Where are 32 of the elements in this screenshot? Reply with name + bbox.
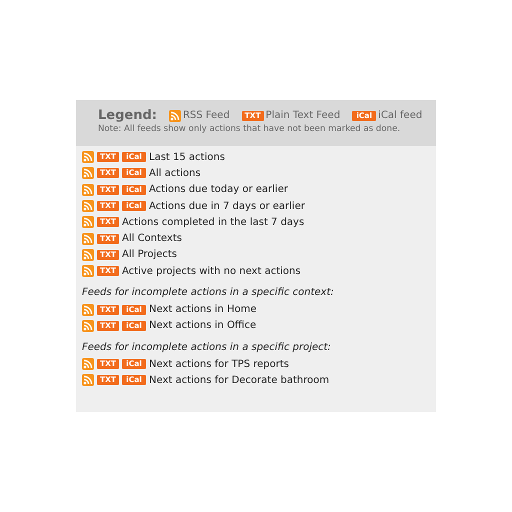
- rss-icon[interactable]: [82, 151, 94, 164]
- legend-label: Plain Text Feed: [266, 110, 340, 121]
- legend-note: Note: All feeds show only actions that have not been marked as done.: [98, 124, 402, 134]
- feed-label: Last 15 actions: [149, 152, 225, 163]
- rss-icon[interactable]: [82, 216, 94, 228]
- feed-label: Actions completed in the last 7 days: [122, 216, 304, 228]
- rss-icon[interactable]: [82, 304, 94, 316]
- rss-icon[interactable]: [82, 200, 94, 212]
- feed-label: Next actions for TPS reports: [149, 358, 289, 370]
- legend-label: RSS Feed: [182, 110, 230, 121]
- rss-icon[interactable]: [82, 232, 94, 245]
- rss-icon[interactable]: [82, 320, 94, 332]
- feed-label: All Projects: [122, 249, 177, 260]
- section-heading: Feeds for incomplete actions in a specific context:: [82, 287, 335, 298]
- feed-label: All Contexts: [122, 233, 182, 244]
- feed-label: All actions: [149, 168, 201, 179]
- feed-label: Next actions in Office: [149, 320, 256, 332]
- rss-icon[interactable]: [168, 110, 181, 122]
- feed-label: Actions due today or earlier: [149, 184, 288, 196]
- rss-icon[interactable]: [82, 184, 94, 196]
- rss-icon[interactable]: [82, 265, 94, 278]
- feed-label: Active projects with no next actions: [122, 266, 301, 277]
- rss-icon[interactable]: [82, 248, 94, 261]
- feed-label: Actions due in 7 days or earlier: [149, 200, 305, 212]
- feed-label: Next actions for Decorate bathroom: [149, 374, 330, 386]
- rss-icon[interactable]: [82, 167, 94, 180]
- rss-icon[interactable]: [82, 358, 94, 370]
- legend-title: Legend:: [98, 108, 157, 123]
- section-heading: Feeds for incomplete actions in a specific project:: [82, 342, 332, 353]
- legend-label: iCal feed: [378, 110, 422, 121]
- feed-label: Next actions in Home: [149, 304, 256, 316]
- rss-icon[interactable]: [82, 374, 94, 386]
